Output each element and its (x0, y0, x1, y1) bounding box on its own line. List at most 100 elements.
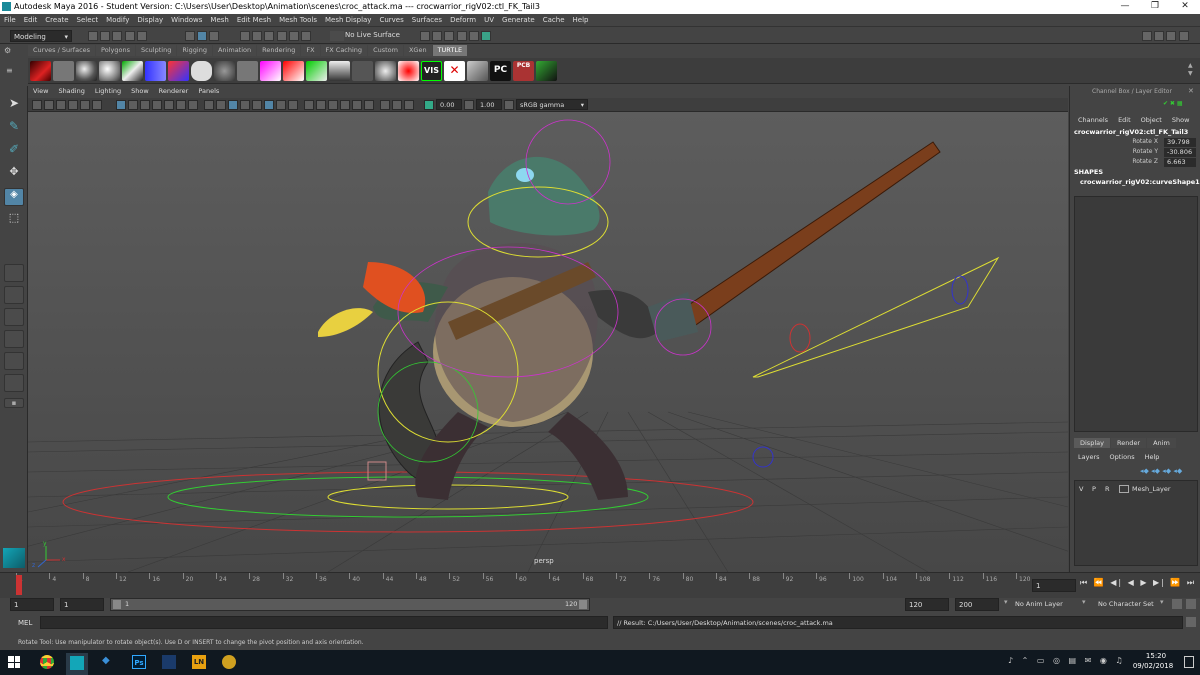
start-time-field[interactable]: 1 (10, 598, 54, 611)
gamma-icon[interactable] (464, 100, 474, 110)
character-set-label[interactable]: No Character Set (1098, 600, 1154, 608)
hypershade-icon[interactable] (468, 31, 479, 41)
range-end-handle[interactable] (579, 600, 587, 609)
channel-row[interactable]: Rotate Y -30.806 (1074, 148, 1198, 158)
layer-editor-tab[interactable]: Render (1110, 438, 1147, 448)
sword-grip-control[interactable] (789, 323, 811, 353)
anim-layer-label[interactable]: No Anim Layer (1015, 600, 1063, 608)
layer-action-icons[interactable]: ◂◆ ◂◆ ◂◆ ◂◆ (1140, 467, 1182, 475)
perspective-viewport[interactable]: x y z persp (0, 112, 1200, 573)
sidebar-toggle-icon[interactable] (1142, 31, 1152, 41)
shadows-icon[interactable] (264, 100, 274, 110)
four-view-layout-icon[interactable] (4, 286, 24, 304)
shelf-tab[interactable]: FX (301, 45, 320, 56)
wow-icon[interactable] (222, 655, 236, 669)
notification-icon[interactable] (1184, 656, 1194, 668)
layer-editor-menu-item[interactable]: Options (1110, 453, 1135, 461)
windows-start-icon[interactable] (8, 656, 20, 668)
menu-item[interactable]: Modify (102, 14, 133, 26)
layer-editor-tab[interactable]: Anim (1147, 438, 1176, 448)
depth-of-field-icon[interactable] (316, 100, 326, 110)
move-tool-icon[interactable]: ✥ (4, 165, 24, 183)
turtle-render-globals-icon[interactable] (53, 61, 74, 81)
time-slider[interactable]: 1481216202428323640444852566064687276808… (0, 572, 1200, 598)
menu-item[interactable]: Cache (539, 14, 569, 26)
chevron-down-icon[interactable]: ▾ (1082, 598, 1086, 606)
uv-bake-icon[interactable] (145, 61, 166, 81)
select-tool-icon[interactable]: ➤ (4, 96, 24, 114)
scale-tool-icon[interactable]: ⬚ (4, 211, 24, 229)
current-frame-field[interactable]: 1 (1032, 579, 1076, 592)
shelf-menu-icon[interactable]: ≡ (6, 66, 20, 80)
bookmark-icon[interactable] (56, 100, 66, 110)
playback-end-field[interactable]: 120 (905, 598, 949, 611)
channel-value[interactable]: -30.806 (1164, 148, 1196, 157)
colorspace-dropdown[interactable]: sRGB gamma ▾ (516, 99, 588, 110)
layer-name[interactable]: Mesh_Layer (1132, 485, 1171, 493)
shelf-tab[interactable]: XGen (403, 45, 432, 56)
shelf-tab[interactable]: Rigging (177, 45, 212, 56)
menu-item[interactable]: Create (41, 14, 72, 26)
command-input[interactable] (40, 616, 608, 629)
shelf-tab[interactable]: FX Caching (320, 45, 368, 56)
isolate-select-icon[interactable] (328, 100, 338, 110)
layer-row[interactable]: V P R Mesh_Layer (1075, 483, 1197, 495)
delete-icon[interactable]: ✕ (444, 61, 465, 81)
motion-blur-icon[interactable] (288, 100, 298, 110)
disc-icon[interactable] (237, 61, 258, 81)
channel-box-menu-item[interactable]: Object (1141, 116, 1162, 124)
channel-box-toolbar-icons[interactable]: ✔ ✖ ▦ (1163, 100, 1193, 108)
resolution-gate-icon[interactable] (140, 100, 150, 110)
channel-box-menu-item[interactable]: Edit (1118, 116, 1131, 124)
vertex-color-icon[interactable] (260, 61, 281, 81)
layer-flag[interactable]: P (1092, 485, 1096, 493)
red-cube-icon[interactable] (283, 61, 304, 81)
hierarchy-icon[interactable] (467, 61, 488, 81)
selected-object-name[interactable]: crocwarrior_rigV02:ctl_FK_Tail3 (1074, 128, 1188, 136)
shelf-tab[interactable]: Polygons (96, 45, 135, 56)
layer-flag[interactable]: R (1105, 485, 1110, 493)
playback-start-field[interactable]: 1 (60, 598, 104, 611)
xray-joints-icon[interactable] (364, 100, 374, 110)
ln-app-icon[interactable]: LN (192, 655, 206, 669)
menu-item[interactable]: Generate (498, 14, 539, 26)
grease-pencil-icon[interactable] (92, 100, 102, 110)
menu-item[interactable]: Mesh Display (321, 14, 375, 26)
system-tray-icons[interactable]: ♪ ⌃ ▭ ◎ ▤ ✉ ◉ ♫ (1008, 656, 1126, 665)
channel-box-icon[interactable] (1178, 31, 1189, 41)
persp-outliner-layout-icon[interactable] (4, 330, 24, 348)
maya-home-icon[interactable] (3, 548, 25, 568)
more-layouts-icon[interactable]: ▪ (4, 398, 24, 408)
photoshop-icon[interactable]: Ps (132, 655, 146, 669)
colorize-icon[interactable] (168, 61, 189, 81)
single-view-layout-icon[interactable] (4, 264, 24, 282)
magnet-icon[interactable] (301, 31, 312, 41)
viewport-menu-item[interactable]: Shading (53, 87, 89, 95)
film-gate-icon[interactable] (128, 100, 138, 110)
eye-icon[interactable] (375, 61, 396, 81)
rotate-tool-icon[interactable]: ◈ (4, 188, 24, 206)
select-component-icon[interactable] (209, 31, 220, 41)
viewport-menu-item[interactable]: Renderer (154, 87, 194, 95)
current-time-marker[interactable] (16, 575, 22, 595)
shape-name[interactable]: crocwarrior_rigV02:curveShape1 (1080, 178, 1200, 186)
shelf-tab[interactable]: Custom (368, 45, 403, 56)
panel-close-icon[interactable]: ✕ (1188, 87, 1194, 95)
maximize-button[interactable]: ❐ (1140, 0, 1170, 14)
camera-attributes-icon[interactable] (44, 100, 54, 110)
menu-item[interactable]: UV (480, 14, 498, 26)
live-surface-label[interactable]: No Live Surface (345, 31, 400, 39)
shelf-tab[interactable]: Sculpting (135, 45, 177, 56)
viewport-menu-item[interactable]: Panels (193, 87, 224, 95)
tool-settings-icon[interactable] (1166, 31, 1177, 41)
menu-item[interactable]: Curves (375, 14, 407, 26)
app-icon[interactable] (162, 655, 176, 669)
layer-editor-menu-item[interactable]: Help (1145, 453, 1160, 461)
chevron-down-icon[interactable]: ▾ (1004, 598, 1008, 606)
menu-item[interactable]: Select (73, 14, 103, 26)
menu-item[interactable]: Windows (167, 14, 206, 26)
lasso-tool-icon[interactable]: ✎ (4, 119, 24, 137)
channel-value[interactable]: 6.663 (1164, 158, 1196, 167)
channel-row[interactable]: Rotate Z 6.663 (1074, 158, 1198, 168)
exposure-icon[interactable] (424, 100, 434, 110)
